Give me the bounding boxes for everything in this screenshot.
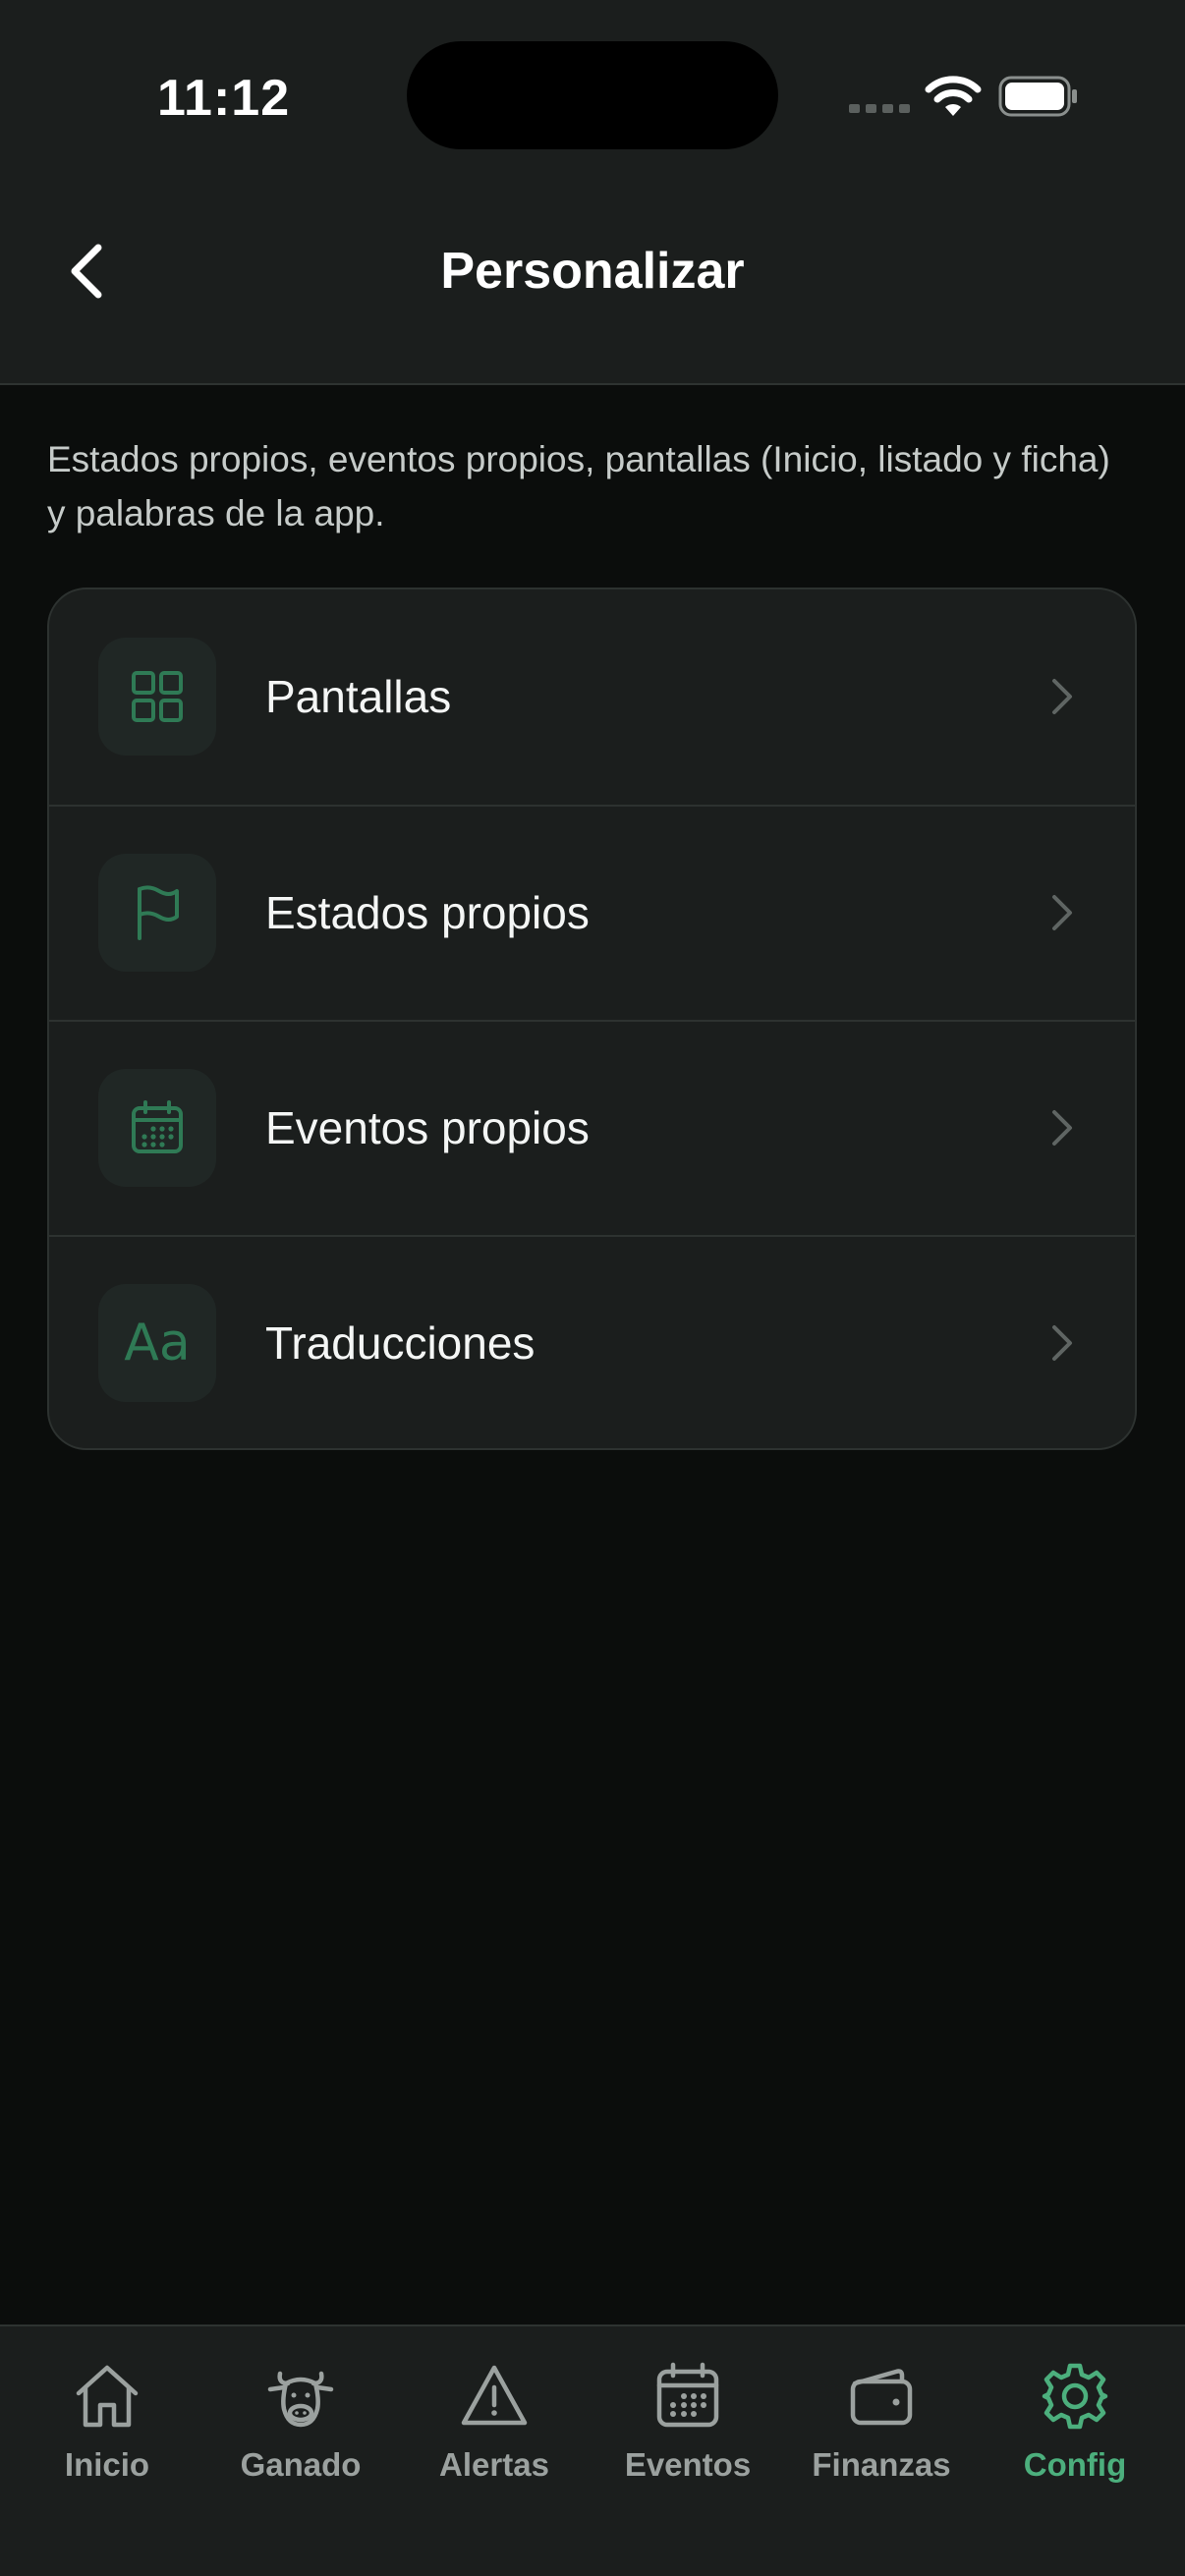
tab-config[interactable]: Config: [979, 2360, 1171, 2507]
tab-label: Finanzas: [812, 2446, 951, 2483]
chevron-right-icon: [1052, 1325, 1072, 1361]
chevron-right-icon: [1052, 895, 1072, 930]
tab-inicio[interactable]: Inicio: [11, 2360, 203, 2507]
screen: 11:12 Personalizar Estados propios, even…: [0, 0, 1185, 2576]
menu-item-estados-propios[interactable]: Estados propios: [49, 805, 1135, 1019]
calendar-icon: [98, 1069, 216, 1187]
warning-icon: [461, 2365, 528, 2426]
chevron-right-icon: [1052, 679, 1072, 714]
tab-label: Eventos: [624, 2446, 752, 2483]
menu-item-pantallas[interactable]: Pantallas: [49, 589, 1135, 804]
battery-icon: [998, 76, 1077, 117]
top-bar: 11:12 Personalizar: [0, 0, 1185, 385]
grid-icon: [98, 638, 216, 756]
cow-icon: [267, 2371, 334, 2428]
page-description: Estados propios, eventos propios, pantal…: [47, 439, 1110, 533]
menu-item-eventos-propios[interactable]: Eventos propios: [49, 1020, 1135, 1234]
dynamic-island: [407, 41, 778, 149]
menu-item-label: Traducciones: [265, 1317, 536, 1369]
chevron-right-icon: [1052, 1110, 1072, 1146]
tab-eventos[interactable]: Eventos: [592, 2360, 784, 2507]
cellular-signal-icon: [849, 104, 910, 113]
tab-label: Config: [1023, 2446, 1127, 2483]
tab-bar: Inicio Ganado Alertas Eventos Finanzas C…: [0, 2324, 1185, 2576]
tab-finanzas[interactable]: Finanzas: [785, 2360, 978, 2507]
menu-item-traducciones[interactable]: Aa Traducciones: [49, 1235, 1135, 1448]
calendar-icon: [656, 2362, 719, 2428]
page-title: Personalizar: [440, 243, 745, 300]
wifi-icon: [925, 76, 982, 116]
text-aa-icon: Aa: [98, 1284, 216, 1402]
menu-item-label: Eventos propios: [265, 1102, 590, 1153]
home-icon: [76, 2365, 139, 2428]
settings-menu-card: Pantallas Estados propios Eventos propio…: [47, 588, 1137, 1450]
menu-item-label: Estados propios: [265, 887, 590, 938]
wallet-icon: [850, 2369, 913, 2426]
status-time: 11:12: [157, 70, 291, 127]
menu-item-label: Pantallas: [265, 671, 452, 722]
tab-label: Ganado: [240, 2446, 362, 2483]
tab-ganado[interactable]: Ganado: [204, 2360, 397, 2507]
tab-label: Inicio: [64, 2446, 150, 2483]
tab-label: Alertas: [439, 2446, 549, 2483]
text-aa-glyph: Aa: [124, 1314, 191, 1372]
gear-icon: [1042, 2363, 1108, 2430]
tab-alertas[interactable]: Alertas: [398, 2360, 591, 2507]
flag-icon: [98, 854, 216, 972]
